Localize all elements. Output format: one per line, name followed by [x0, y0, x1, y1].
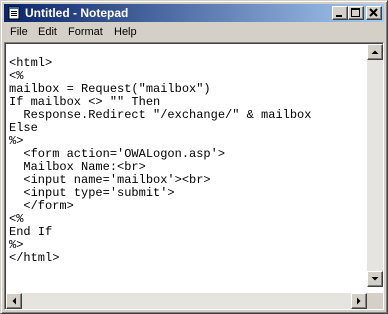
code-line: Else — [9, 121, 38, 135]
close-button[interactable] — [366, 6, 382, 20]
minimize-icon — [336, 15, 342, 17]
vertical-scrollbar[interactable] — [367, 44, 383, 287]
maximize-icon — [351, 8, 360, 17]
menu-edit[interactable]: Edit — [38, 25, 57, 39]
scroll-up-button[interactable] — [367, 44, 383, 60]
code-line: </html> — [9, 251, 60, 265]
title-bar[interactable]: Untitled - Notepad — [4, 4, 384, 22]
code-line: End If — [9, 225, 53, 239]
arrow-down-icon — [371, 277, 379, 281]
window-title: Untitled - Notepad — [25, 6, 129, 20]
menu-format[interactable]: Format — [68, 25, 103, 39]
notepad-window: Untitled - Notepad File Edit Format Help — [0, 0, 388, 314]
scroll-left-button[interactable] — [6, 293, 22, 309]
scroll-right-button[interactable] — [351, 293, 367, 309]
text-content[interactable]: <html> <% mailbox = Request("mailbox") I… — [7, 57, 367, 287]
arrow-up-icon — [371, 50, 379, 54]
code-line: %> — [9, 238, 24, 252]
arrow-left-icon — [12, 297, 16, 305]
text-editor[interactable]: <html> <% mailbox = Request("mailbox") I… — [4, 42, 384, 310]
menu-file[interactable]: File — [10, 25, 28, 39]
code-line: </form> — [9, 199, 74, 213]
maximize-button[interactable] — [348, 6, 364, 20]
notepad-icon[interactable] — [7, 6, 21, 20]
horizontal-scrollbar[interactable] — [6, 293, 367, 309]
menu-help[interactable]: Help — [114, 25, 137, 39]
close-icon — [369, 8, 378, 17]
arrow-right-icon — [357, 297, 361, 305]
size-grip[interactable] — [367, 293, 383, 309]
code-line: <% — [9, 212, 24, 226]
code-line: Response.Redirect "/exchange/" & mailbox — [9, 108, 312, 122]
scroll-down-button[interactable] — [367, 271, 383, 287]
menu-bar: File Edit Format Help — [4, 23, 384, 41]
minimize-button[interactable] — [332, 6, 348, 20]
code-line: <html> — [9, 57, 53, 70]
